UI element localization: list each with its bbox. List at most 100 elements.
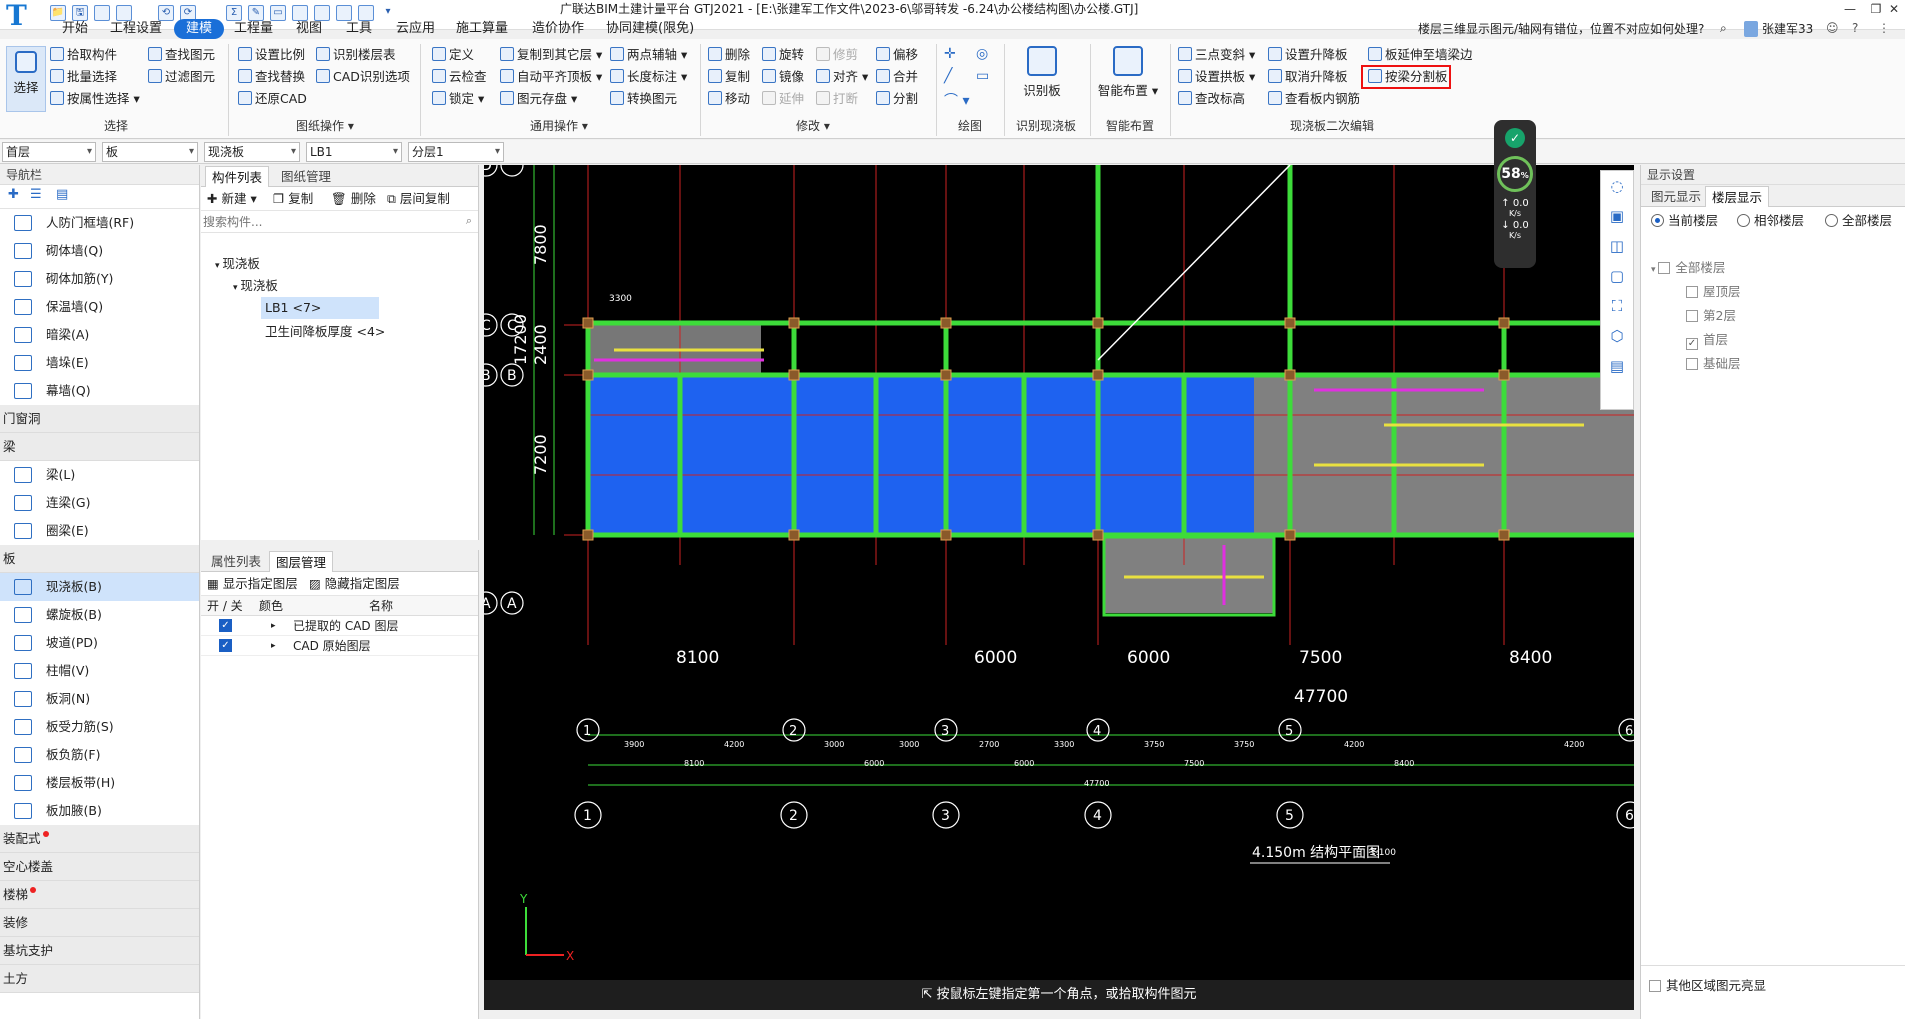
align-button[interactable]: 对齐 ▾	[816, 67, 868, 87]
tab-cost-collab[interactable]: 造价协作	[526, 19, 590, 39]
floor-roof-checkbox[interactable]: 屋顶层	[1686, 281, 1741, 303]
properties-icon[interactable]: ▤	[1601, 351, 1633, 381]
new-component-button[interactable]: ✚ 新建 ▾	[207, 187, 257, 211]
tab-cloud[interactable]: 云应用	[390, 19, 441, 39]
radio-all-floors[interactable]: 全部楼层	[1825, 207, 1892, 235]
nav-item[interactable]: 暗梁(A)	[0, 321, 199, 349]
cube-icon[interactable]: ▢	[1601, 261, 1633, 291]
tab-collab-modeling[interactable]: 协同建模(限免)	[600, 19, 700, 39]
floor-2-checkbox[interactable]: 第2层	[1686, 305, 1736, 327]
nav-item[interactable]: 柱帽(V)	[0, 657, 199, 685]
pick-component-button[interactable]: 拾取构件	[50, 45, 117, 65]
check-elevation-button[interactable]: 查改标高	[1178, 89, 1245, 109]
nav-item[interactable]: 楼层板带(H)	[0, 769, 199, 797]
nav-item[interactable]: 板加腋(B)	[0, 797, 199, 825]
set-arch-slab-button[interactable]: 设置拱板 ▾	[1178, 67, 1255, 87]
add-icon[interactable]: ✚	[8, 187, 19, 202]
layer-row[interactable]: ✓ ▸ CAD 原始图层	[201, 636, 478, 656]
filter-element-button[interactable]: 过滤图元	[148, 67, 215, 87]
arc-icon[interactable]: ⌒ ▾	[944, 90, 969, 110]
nav-category[interactable]: 板	[0, 545, 199, 573]
component-search-input[interactable]	[203, 213, 463, 231]
tab-project-settings[interactable]: 工程设置	[104, 19, 168, 39]
select-button[interactable]: 选择	[6, 46, 46, 112]
delete-button[interactable]: 删除	[708, 45, 750, 65]
set-lift-slab-button[interactable]: 设置升降板	[1268, 45, 1348, 65]
tab-view[interactable]: 视图	[290, 19, 328, 39]
batch-select-button[interactable]: 批量选择	[50, 67, 117, 87]
minimize-icon[interactable]: —	[1836, 0, 1864, 18]
nav-category[interactable]: 装修	[0, 909, 199, 937]
layer-select[interactable]: 分层1	[408, 142, 504, 162]
nav-item[interactable]: 砌体墙(Q)	[0, 237, 199, 265]
rotate-point-icon[interactable]: ◎	[976, 46, 988, 62]
layer-row[interactable]: ✓ ▸ 已提取的 CAD 图层	[201, 616, 478, 636]
select-by-attr-button[interactable]: 按属性选择 ▾	[50, 89, 140, 109]
nav-item[interactable]: 圈梁(E)	[0, 517, 199, 545]
merge-button[interactable]: 合并	[876, 67, 918, 87]
rect-icon[interactable]: ▭	[976, 68, 989, 84]
length-dim-button[interactable]: 长度标注 ▾	[610, 67, 687, 87]
floor-copy-button[interactable]: ⧉ 层间复制	[387, 187, 450, 211]
radio-adjacent-floor[interactable]: 相邻楼层	[1737, 207, 1804, 235]
show-layer-button[interactable]: ▦ 显示指定图层	[207, 572, 298, 596]
tab-property-list[interactable]: 属性列表	[205, 551, 267, 572]
nav-category[interactable]: 基坑支护	[0, 937, 199, 965]
cloud-check-button[interactable]: 云检查	[432, 67, 487, 87]
convert-element-button[interactable]: 转换图元	[610, 89, 677, 109]
nav-item[interactable]: 墙垛(E)	[0, 349, 199, 377]
tab-construction[interactable]: 施工算量	[450, 19, 514, 39]
nav-item[interactable]: 板洞(N)	[0, 685, 199, 713]
nav-category[interactable]: 门窗洞	[0, 405, 199, 433]
two-point-axis-button[interactable]: 两点辅轴 ▾	[610, 45, 687, 65]
tree-node-root[interactable]: ▾ 现浇板	[215, 253, 260, 275]
tab-floor-display[interactable]: 楼层显示	[1705, 186, 1770, 207]
line-icon[interactable]: ╱	[944, 68, 952, 84]
expand-icon[interactable]: ▸	[271, 636, 276, 656]
find-element-button[interactable]: 查找图元	[148, 45, 215, 65]
category-select[interactable]: 板	[102, 142, 198, 162]
floor-first-checkbox[interactable]: ✓ 首层	[1686, 329, 1728, 351]
save-element-button[interactable]: 图元存盘 ▾	[500, 89, 577, 109]
restore-cad-button[interactable]: 还原CAD	[238, 89, 307, 109]
layer-toggle-checkbox[interactable]: ✓	[219, 639, 232, 652]
component-select[interactable]: LB1	[306, 142, 402, 162]
nav-item[interactable]: 坡道(PD)	[0, 629, 199, 657]
lock-button[interactable]: 锁定 ▾	[432, 89, 484, 109]
trim-button[interactable]: 修剪	[816, 45, 858, 65]
tab-drawing-management[interactable]: 图纸管理	[275, 166, 337, 187]
nav-item[interactable]: 人防门框墙(RF)	[0, 209, 199, 237]
nav-item[interactable]: 螺旋板(B)	[0, 601, 199, 629]
point-icon[interactable]: ✛	[944, 46, 956, 62]
floor-all-checkbox[interactable]: ▾ 全部楼层	[1651, 257, 1725, 279]
nav-item[interactable]: 保温墙(Q)	[0, 293, 199, 321]
tab-tools[interactable]: 工具	[340, 19, 378, 39]
copy-button[interactable]: 复制	[708, 67, 750, 87]
expand-icon[interactable]: ▸	[271, 616, 276, 636]
move-button[interactable]: 移动	[708, 89, 750, 109]
search-icon[interactable]: ⌕	[1720, 21, 1727, 36]
tab-modeling[interactable]: 建模	[174, 19, 225, 39]
extend-to-beam-button[interactable]: 板延伸至墙梁边	[1368, 45, 1473, 65]
tab-layer-management[interactable]: 图层管理	[269, 551, 334, 572]
cancel-lift-slab-button[interactable]: 取消升降板	[1268, 67, 1348, 87]
recognize-slab-button[interactable]: 识别板	[1010, 46, 1074, 99]
nav-category[interactable]: 楼梯	[0, 881, 199, 909]
chat-icon[interactable]: ☺	[1826, 21, 1839, 35]
nav-item[interactable]: 连梁(G)	[0, 489, 199, 517]
type-select[interactable]: 现浇板	[204, 142, 300, 162]
break-button[interactable]: 打断	[816, 89, 858, 109]
recognize-floor-table-button[interactable]: 识别楼层表	[316, 45, 396, 65]
drawing-canvas[interactable]: 7800 2400 7200 17200 3300 D C C B B A A …	[484, 165, 1634, 1005]
floor-select[interactable]: 首层	[2, 142, 96, 162]
tab-element-display[interactable]: 图元显示	[1645, 186, 1707, 207]
floor-foundation-checkbox[interactable]: 基础层	[1686, 353, 1741, 375]
3d-view-icon[interactable]: ▣	[1601, 201, 1633, 231]
fullscreen-icon[interactable]: ⛶	[1601, 291, 1633, 321]
tab-start[interactable]: 开始	[56, 19, 94, 39]
help-search[interactable]: 楼层三维显示图元/轴网有错位，位置不对应如何处理?	[1418, 20, 1704, 38]
avatar[interactable]	[1744, 21, 1758, 37]
delete-component-button[interactable]: 🗑 删除	[331, 187, 376, 211]
nav-item[interactable]: 梁(L)	[0, 461, 199, 489]
find-replace-button[interactable]: 查找替换	[238, 67, 305, 87]
